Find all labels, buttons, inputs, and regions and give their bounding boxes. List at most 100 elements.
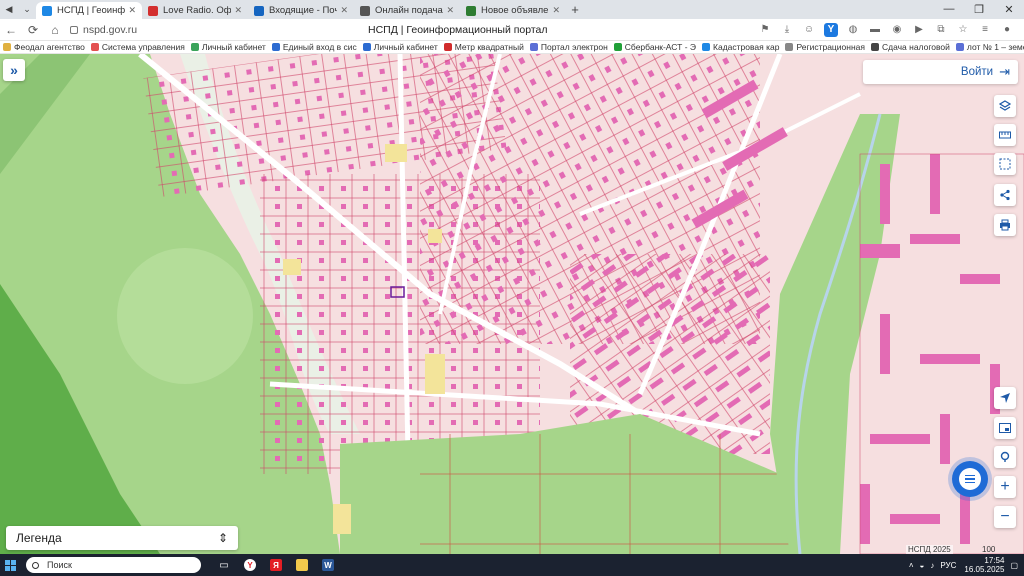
bookmark-item[interactable]: Регистрационная — [782, 42, 868, 52]
minus-icon[interactable]: − — [994, 506, 1016, 528]
close-tab-icon[interactable]: ✕ — [128, 5, 136, 16]
mask-icon[interactable]: ▬ — [864, 24, 886, 35]
tab-title: Love Radio. Официальный — [163, 5, 232, 16]
browser-tab[interactable]: Новое объявление — Обл✕ — [460, 2, 566, 19]
url-field[interactable]: nspd.gov.ru — [70, 24, 360, 36]
yandex-icon[interactable]: Y — [824, 22, 838, 37]
close-tab-icon[interactable]: ✕ — [234, 5, 242, 16]
bookmark-item[interactable]: лот № 1 – земель — [953, 42, 1024, 52]
notification-icon[interactable]: ▢ — [1010, 561, 1018, 570]
tab-title: Входящие - Почта Mail — [269, 5, 338, 16]
globe-icon[interactable]: ◉ — [886, 24, 908, 35]
bookmark-label: Личный кабинет — [373, 42, 438, 52]
legend-panel[interactable]: Легенда ⇕ — [6, 526, 238, 550]
file-explorer-icon[interactable] — [289, 554, 315, 576]
bookmark-item[interactable]: Кадастровая кар — [699, 42, 782, 52]
ruler-icon[interactable] — [994, 124, 1016, 146]
clearing — [117, 248, 253, 384]
windows-start-icon[interactable] — [0, 554, 20, 576]
login-arrow-icon: ⇥ — [999, 64, 1010, 79]
double-chevron-right-icon[interactable]: » — [3, 59, 25, 81]
close-tab-icon[interactable]: ✕ — [340, 5, 348, 16]
bookmark-favicon-icon — [362, 43, 371, 51]
bookmark-item[interactable]: Феодал агентство — [0, 42, 88, 52]
chat-icon[interactable] — [952, 461, 988, 497]
bookmark-favicon-icon — [785, 43, 794, 51]
bookmark-item[interactable]: Система управления — [88, 42, 188, 52]
tab-strip: ◀ ⌄ НСПД | Геоинформационн✕Love Radio. О… — [0, 0, 1024, 19]
select-area-icon[interactable] — [994, 153, 1016, 175]
back-button[interactable]: ← — [0, 23, 22, 37]
language-indicator[interactable]: РУС — [940, 561, 956, 570]
chevron-up-icon[interactable]: ˄ — [909, 561, 914, 570]
bookmark-label: Метр квадратный — [454, 42, 524, 52]
taskbar: Поиск ▭ Y Я W ˄ ◒ ♪ РУС 17:54 16.05.2025… — [0, 554, 1024, 576]
download-icon[interactable]: ⤓ — [776, 24, 798, 35]
tab-menu-icon[interactable]: ◀ — [0, 0, 18, 19]
play-icon[interactable]: ▶ — [908, 24, 930, 35]
bookmark-item[interactable]: Сбербанк-АСТ - Э — [611, 42, 699, 52]
palette-icon[interactable]: ◍ — [842, 24, 864, 35]
word-icon[interactable]: W — [315, 554, 341, 576]
browser-tab[interactable]: НСПД | Геоинформационн✕ — [36, 2, 142, 19]
tab-favicon-icon — [254, 5, 264, 16]
volume-icon[interactable]: ♪ — [930, 561, 934, 570]
bookmark-favicon-icon — [271, 43, 280, 51]
bookmark-label: Регистрационная — [796, 42, 865, 52]
yandex-browser-icon[interactable]: Y — [237, 554, 263, 576]
yandex-icon[interactable]: Я — [263, 554, 289, 576]
close-tab-icon[interactable]: ✕ — [552, 5, 560, 16]
tab-favicon-icon — [148, 5, 158, 16]
share-icon[interactable] — [994, 184, 1016, 206]
bookmark-item[interactable]: Единый вход в сис — [269, 42, 360, 52]
close-tab-icon[interactable]: ✕ — [446, 5, 454, 16]
extension-icon[interactable]: ☺ — [798, 24, 820, 35]
bookmark-item[interactable]: Личный кабинет — [188, 42, 269, 52]
menu-icon[interactable]: ≡ — [974, 24, 996, 35]
tab-title: Новое объявление — Обл — [481, 5, 549, 16]
maximize-button[interactable]: ❐ — [964, 3, 994, 16]
chevron-down-icon[interactable]: ⌄ — [18, 0, 36, 19]
cadastral-map[interactable] — [0, 54, 1024, 554]
clock-time: 17:54 — [984, 556, 1005, 565]
page-title: НСПД | Геоинформационный портал — [368, 24, 548, 36]
taskbar-search-input[interactable]: Поиск — [26, 557, 201, 573]
geolocation-pin-icon[interactable] — [994, 446, 1016, 468]
profile-icon[interactable]: ● — [996, 24, 1018, 35]
login-button[interactable]: Войти ⇥ — [863, 60, 1018, 84]
bookmark-item[interactable]: Личный кабинет — [360, 42, 441, 52]
lock-icon — [70, 25, 78, 34]
browser-tab[interactable]: Входящие - Почта Mail✕ — [248, 2, 354, 19]
layers-icon[interactable] — [994, 95, 1016, 117]
login-label: Войти — [960, 66, 994, 78]
task-view-icon[interactable]: ▭ — [211, 554, 237, 576]
bookmark-label: лот № 1 – земель — [966, 42, 1024, 52]
tab-favicon-icon — [466, 5, 476, 16]
plus-icon[interactable]: + — [994, 476, 1016, 498]
refresh-button[interactable]: ⟳ — [22, 23, 44, 37]
print-icon[interactable] — [994, 214, 1016, 236]
network-icon[interactable]: ◒ — [920, 561, 925, 570]
bookmark-star-icon[interactable]: ⚑ — [754, 24, 776, 35]
screenshot-icon[interactable]: ⧉ — [930, 24, 952, 35]
map-canvas[interactable] — [0, 54, 1024, 554]
bookmark-item[interactable]: Портал электрон — [527, 42, 611, 52]
tab-title: Онлайн подача заявки на — [375, 5, 443, 16]
browser-tab[interactable]: Love Radio. Официальный✕ — [142, 2, 248, 19]
favorites-icon[interactable]: ☆ — [952, 24, 974, 35]
minimap-icon[interactable] — [994, 417, 1016, 439]
search-placeholder: Поиск — [47, 560, 72, 570]
browser-tab[interactable]: Онлайн подача заявки на✕ — [354, 2, 460, 19]
home-icon[interactable]: ⌂ — [44, 23, 66, 37]
bookmark-item[interactable]: Сдача налоговой — [868, 42, 953, 52]
bookmark-label: Сбербанк-АСТ - Э — [624, 42, 697, 52]
tab-title: НСПД | Геоинформационн — [57, 5, 126, 16]
navigation-arrow-icon[interactable] — [994, 387, 1016, 409]
clock[interactable]: 17:54 16.05.2025 — [964, 556, 1004, 574]
minimize-button[interactable]: — — [934, 3, 964, 16]
new-tab-button[interactable]: + — [566, 2, 584, 17]
tab-favicon-icon — [42, 5, 52, 16]
extension-icons: ⚑ ⤓ ☺ Y ◍ ▬ ◉ ▶ ⧉ ☆ ≡ ● — [754, 22, 1024, 37]
bookmark-item[interactable]: Метр квадратный — [441, 42, 527, 52]
close-window-button[interactable]: ✕ — [994, 3, 1024, 16]
